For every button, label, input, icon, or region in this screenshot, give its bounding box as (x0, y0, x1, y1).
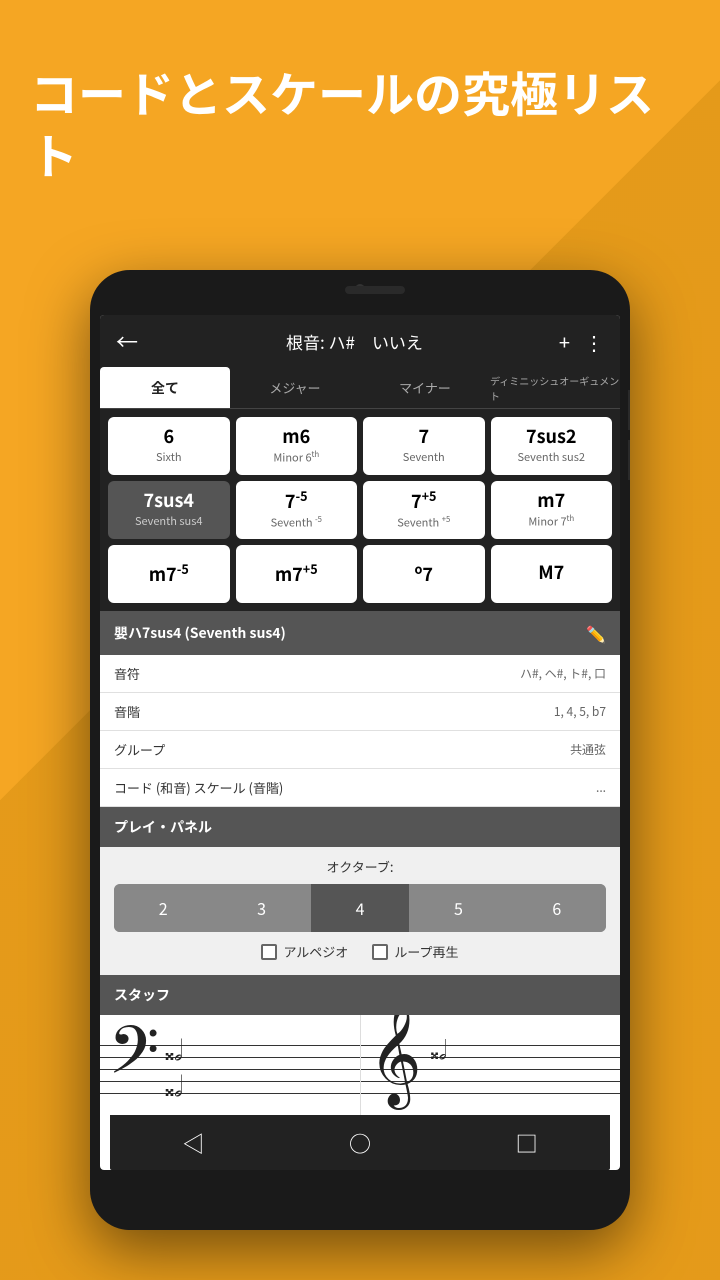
chord-7-main: 7 (418, 427, 429, 447)
chord-m7sharp5[interactable]: m7+5 (236, 545, 358, 603)
chord-7sus4-main: 7sus4 (143, 491, 194, 511)
info-label-notes: 音符 (114, 664, 140, 683)
play-panel-content: オクターブ: 2 3 4 5 6 アルペジオ ループ再生 (100, 847, 620, 975)
nav-back-button[interactable]: ◁ (182, 1127, 204, 1159)
octave-buttons: 2 3 4 5 6 (114, 884, 606, 932)
volume-down-button[interactable] (628, 440, 630, 480)
info-label-scale: 音階 (114, 702, 140, 721)
treble-clef-notes: 𝄪𝅗𝅥 (431, 1035, 447, 1067)
info-value-chord-scale: ... (596, 779, 606, 796)
edit-icon[interactable]: ✏️ (586, 621, 606, 645)
tab-bar: 全て メジャー マイナー ディミニッシュオーギュメント (100, 367, 620, 409)
top-bar-title: 根音: ハ# いいえ (150, 329, 559, 354)
octave-btn-5[interactable]: 5 (409, 884, 507, 932)
info-panel: 嬰ハ7sus4 (Seventh sus4) ✏️ 音符 ハ#, ヘ#, ト#,… (100, 611, 620, 807)
loop-checkbox-box[interactable] (372, 944, 388, 960)
arpeggio-label: アルペジオ (283, 942, 348, 961)
octave-label: オクターブ: (114, 857, 606, 876)
chord-m6-main: m6 (282, 427, 310, 447)
info-label-group: グループ (114, 740, 165, 759)
info-row-group: グループ 共通弦 (100, 731, 620, 769)
chord-7[interactable]: 7 Seventh (363, 417, 485, 475)
info-panel-title: 嬰ハ7sus4 (Seventh sus4) (114, 623, 286, 643)
chord-m7sharp5-main: m7+5 (275, 562, 318, 585)
octave-btn-4[interactable]: 4 (311, 884, 409, 932)
phone-frame: ← 根音: ハ# いいえ + ⋮ 全て メジャー マイナー ディミニッシュオーギ… (90, 270, 630, 1230)
top-bar-actions: + ⋮ (559, 327, 604, 356)
chord-m7flat5-main: m7-5 (149, 562, 189, 585)
chord-m7[interactable]: m7 Minor 7th (491, 481, 613, 539)
chord-7-sub: Seventh (403, 449, 445, 465)
bottom-nav: ◁ ○ □ (110, 1115, 610, 1170)
octave-btn-2[interactable]: 2 (114, 884, 212, 932)
chord-M7[interactable]: M7 (491, 545, 613, 603)
arpeggio-checkbox-box[interactable] (261, 944, 277, 960)
chord-6-main: 6 (163, 427, 174, 447)
top-bar: ← 根音: ハ# いいえ + ⋮ (100, 315, 620, 367)
staff-panel-header: スタッフ (100, 975, 620, 1015)
bass-clef-notes: 𝄪𝅗𝅥 𝄪𝅗𝅥 (165, 1030, 183, 1102)
nav-recents-button[interactable]: □ (516, 1127, 538, 1159)
info-row-chord-scale: コード (和音) スケール (音階) ... (100, 769, 620, 807)
chord-6[interactable]: 6 Sixth (108, 417, 230, 475)
back-button[interactable]: ← (116, 325, 138, 357)
bass-clef-symbol: 𝄢 (108, 1020, 159, 1100)
chord-7sus4-sub: Seventh sus4 (135, 513, 203, 529)
chord-7sus2[interactable]: 7sus2 Seventh sus2 (491, 417, 613, 475)
chord-m6[interactable]: m6 Minor 6th (236, 417, 358, 475)
chord-7sus4[interactable]: 7sus4 Seventh sus4 (108, 481, 230, 539)
info-panel-header: 嬰ハ7sus4 (Seventh sus4) ✏️ (100, 611, 620, 655)
chord-7sharp5[interactable]: 7+5 Seventh +5 (363, 481, 485, 539)
volume-up-button[interactable] (628, 390, 630, 430)
chord-7flat5-main: 7-5 (285, 489, 308, 512)
loop-label: ループ再生 (394, 942, 458, 961)
play-panel: プレイ・パネル オクターブ: 2 3 4 5 6 アルペジオ (100, 807, 620, 975)
chord-m7flat5[interactable]: m7-5 (108, 545, 230, 603)
title-text: コードとスケールの究極リスト (30, 56, 654, 188)
octave-btn-6[interactable]: 6 (508, 884, 606, 932)
info-value-notes: ハ#, ヘ#, ト#, 口 (520, 665, 606, 682)
info-value-group: 共通弦 (570, 741, 606, 758)
tab-major[interactable]: メジャー (230, 367, 360, 408)
chord-M7-main: M7 (538, 563, 564, 583)
chord-dim7-main: o7 (414, 562, 433, 585)
add-button[interactable]: + (559, 327, 570, 356)
info-value-scale: 1, 4, 5, b7 (554, 703, 606, 720)
nav-home-button[interactable]: ○ (349, 1127, 371, 1159)
chord-dim7[interactable]: o7 (363, 545, 485, 603)
play-checkboxes: アルペジオ ループ再生 (114, 942, 606, 961)
chord-7sharp5-sub: Seventh +5 (397, 514, 450, 531)
treble-clef-symbol: 𝄞 (369, 1015, 422, 1100)
chord-7sus2-sub: Seventh sus2 (517, 449, 585, 465)
phone-speaker (345, 286, 405, 294)
chord-7flat5[interactable]: 7-5 Seventh -5 (236, 481, 358, 539)
chord-grid: 6 Sixth m6 Minor 6th 7 Seventh 7sus2 Sev… (100, 409, 620, 611)
chord-m7-main: m7 (537, 491, 565, 511)
chord-m7-sub: Minor 7th (528, 513, 574, 530)
phone-screen: ← 根音: ハ# いいえ + ⋮ 全て メジャー マイナー ディミニッシュオーギ… (100, 315, 620, 1170)
info-row-scale: 音階 1, 4, 5, b7 (100, 693, 620, 731)
arpeggio-checkbox[interactable]: アルペジオ (261, 942, 348, 961)
tab-all[interactable]: 全て (100, 367, 230, 408)
chord-7sharp5-main: 7+5 (411, 489, 437, 512)
loop-checkbox[interactable]: ループ再生 (372, 942, 458, 961)
page-title: コードとスケールの究極リスト (30, 60, 690, 185)
chord-6-sub: Sixth (156, 449, 182, 465)
staff-panel-title: スタッフ (114, 985, 170, 1005)
octave-btn-3[interactable]: 3 (212, 884, 310, 932)
info-row-notes: 音符 ハ#, ヘ#, ト#, 口 (100, 655, 620, 693)
tab-diminished[interactable]: ディミニッシュオーギュメント (490, 367, 620, 408)
info-label-chord-scale: コード (和音) スケール (音階) (114, 778, 283, 797)
play-panel-header: プレイ・パネル (100, 807, 620, 847)
menu-button[interactable]: ⋮ (584, 327, 604, 356)
chord-7flat5-sub: Seventh -5 (271, 514, 322, 531)
play-panel-title: プレイ・パネル (114, 817, 212, 837)
chord-m6-sub: Minor 6th (273, 449, 319, 466)
chord-7sus2-main: 7sus2 (526, 427, 577, 447)
tab-minor[interactable]: マイナー (360, 367, 490, 408)
